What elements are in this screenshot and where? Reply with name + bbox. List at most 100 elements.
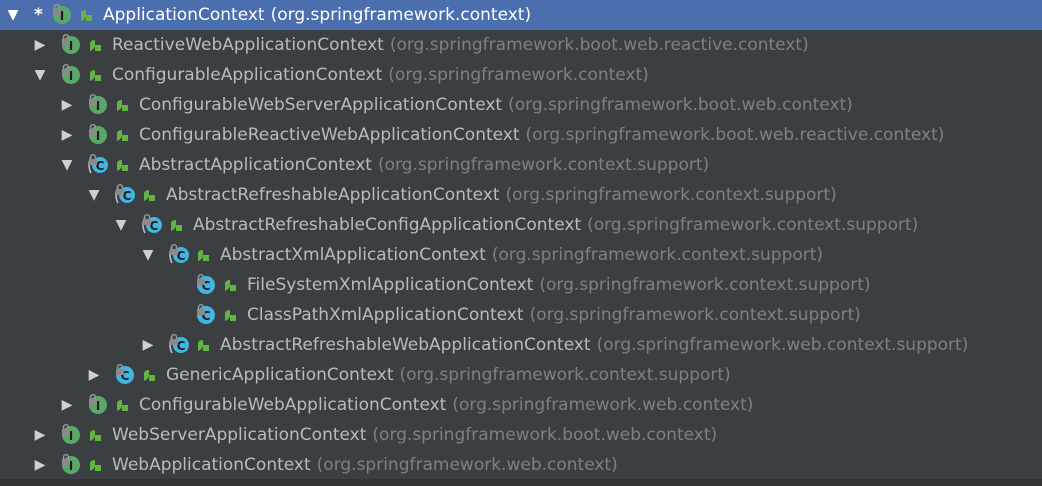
lock-icon xyxy=(62,34,70,45)
collapse-arrow-icon[interactable]: ▶ xyxy=(33,37,47,53)
tree-row[interactable]: C FileSystemXmlApplicationContext (org.spr… xyxy=(0,270,1042,300)
class-icon: C xyxy=(115,364,137,386)
class-icon: C xyxy=(196,274,218,296)
interface-icon: I xyxy=(61,64,83,86)
tree-row[interactable]: ▶ I ConfigurableReactiveWebApplicationCont… xyxy=(0,120,1042,150)
tree-row[interactable]: C ClassPathXmlApplicationContext (org.spri… xyxy=(0,300,1042,330)
public-modifier-icon xyxy=(171,220,182,231)
abstract-class-icon: C xyxy=(115,184,137,206)
abstract-class-icon: C xyxy=(169,244,191,266)
package-name: (org.springframework.boot.web.reactive.c… xyxy=(525,125,945,145)
type-name: ConfigurableReactiveWebApplicationContex… xyxy=(139,125,520,145)
class-icon: C xyxy=(196,304,218,326)
tree-row[interactable]: ▶ I ReactiveWebApplicationContext (org.spri… xyxy=(0,30,1042,60)
public-modifier-icon xyxy=(144,370,155,381)
tree-row[interactable]: ▶ I WebApplicationContext (org.springframew… xyxy=(0,450,1042,480)
tree-row[interactable]: ▶ I WebServerApplicationContext (org.spring… xyxy=(0,420,1042,450)
lock-icon xyxy=(89,154,97,165)
public-modifier-icon xyxy=(117,160,128,171)
lock-icon xyxy=(62,64,70,75)
package-name: (org.springframework.web.context) xyxy=(316,455,618,475)
collapse-arrow-icon[interactable]: ▶ xyxy=(60,127,74,143)
public-modifier-icon xyxy=(117,400,128,411)
collapse-arrow-icon[interactable]: ▶ xyxy=(33,457,47,473)
public-modifier-icon xyxy=(225,280,236,291)
public-modifier-icon xyxy=(198,250,209,261)
package-name: (org.springframework.context.support) xyxy=(377,155,710,175)
interface-icon: I xyxy=(61,424,83,446)
public-modifier-icon xyxy=(144,190,155,201)
interface-icon: I xyxy=(88,124,110,146)
public-modifier-icon xyxy=(225,310,236,321)
expand-arrow-icon[interactable]: ▼ xyxy=(33,67,47,83)
collapse-arrow-icon[interactable]: ▶ xyxy=(60,397,74,413)
interface-icon: I xyxy=(52,4,74,26)
tree-row[interactable]: ▶ I ConfigurableWebApplicationContext (org.… xyxy=(0,390,1042,420)
collapse-arrow-icon[interactable]: ▶ xyxy=(141,337,155,353)
public-modifier-icon xyxy=(90,40,101,51)
lock-icon xyxy=(62,454,70,465)
lock-icon xyxy=(170,244,178,255)
lock-icon xyxy=(197,274,205,285)
tree-row[interactable]: ▶ I ConfigurableWebServerApplicationContex… xyxy=(0,90,1042,120)
interface-icon: I xyxy=(88,394,110,416)
expand-arrow-icon[interactable]: ▼ xyxy=(6,7,20,23)
interface-icon: I xyxy=(61,454,83,476)
tree-row[interactable]: ▼ C AbstractRefreshableConfigApplicationCo… xyxy=(0,210,1042,240)
collapse-arrow-icon[interactable]: ▶ xyxy=(87,367,101,383)
type-name: AbstractXmlApplicationContext xyxy=(220,245,486,265)
package-name: (org.springframework.boot.web.context) xyxy=(372,425,718,445)
lock-icon xyxy=(89,94,97,105)
package-name: (org.springframework.context.support) xyxy=(505,185,837,205)
type-name: ConfigurableApplicationContext xyxy=(112,65,383,85)
type-name: AbstractRefreshableWebApplicationContext xyxy=(220,335,591,355)
lock-icon xyxy=(89,394,97,405)
lock-icon xyxy=(116,364,124,375)
tree-row[interactable]: ▼ C AbstractApplicationContext (org.springf… xyxy=(0,150,1042,180)
lock-icon xyxy=(197,304,205,315)
public-modifier-icon xyxy=(117,130,128,141)
tree-row[interactable]: ▼ * I ApplicationContext (org.springframewor… xyxy=(0,0,1042,30)
type-name: ConfigurableWebApplicationContext xyxy=(139,395,447,415)
tree-row[interactable]: ▼ C AbstractRefreshableApplicationContext(… xyxy=(0,180,1042,210)
tree-row[interactable]: ▶ C GenericApplicationContext (org.springfr… xyxy=(0,360,1042,390)
abstract-class-icon: C xyxy=(142,214,164,236)
public-modifier-icon xyxy=(90,70,101,81)
interface-icon: I xyxy=(88,94,110,116)
package-name: (org.springframework.context.support) xyxy=(491,245,824,265)
type-name: AbstractRefreshableConfigApplicationCont… xyxy=(193,215,582,235)
package-name: (org.springframework.context.support) xyxy=(399,365,731,385)
type-name: WebApplicationContext xyxy=(112,455,311,475)
lock-icon xyxy=(143,214,151,225)
type-name: GenericApplicationContext xyxy=(166,365,394,385)
public-modifier-icon xyxy=(90,460,101,471)
package-name: (org.springframework.context.support) xyxy=(529,305,861,325)
package-name: (org.springframework.web.context) xyxy=(452,395,754,415)
type-name: AbstractApplicationContext xyxy=(139,155,372,175)
tree-row[interactable]: ▶ C AbstractRefreshableWebApplicationConte… xyxy=(0,330,1042,360)
type-name: ReactiveWebApplicationContext xyxy=(112,35,384,55)
collapse-arrow-icon[interactable]: ▶ xyxy=(33,427,47,443)
package-name: (org.springframework.context) xyxy=(270,5,532,25)
collapse-arrow-icon[interactable]: ▶ xyxy=(60,97,74,113)
tree-row[interactable]: ▼ C AbstractXmlApplicationContext (org.spri… xyxy=(0,240,1042,270)
package-name: (org.springframework.web.context.support… xyxy=(596,335,969,355)
public-modifier-icon xyxy=(198,340,209,351)
lock-icon xyxy=(53,4,61,15)
type-name: ClassPathXmlApplicationContext xyxy=(247,305,524,325)
package-name: (org.springframework.context.support) xyxy=(587,215,919,235)
package-name: (org.springframework.boot.web.reactive.c… xyxy=(389,35,809,55)
lock-icon xyxy=(116,184,124,195)
current-node-marker: * xyxy=(34,5,43,25)
package-name: (org.springframework.context) xyxy=(388,65,649,85)
tree-row[interactable]: ▼ I ConfigurableApplicationContext (org.spr… xyxy=(0,60,1042,90)
expand-arrow-icon[interactable]: ▼ xyxy=(114,217,128,233)
expand-arrow-icon[interactable]: ▼ xyxy=(141,247,155,263)
expand-arrow-icon[interactable]: ▼ xyxy=(60,157,74,173)
interface-icon: I xyxy=(61,34,83,56)
type-name: ConfigurableWebServerApplicationContext xyxy=(139,95,503,115)
package-name: (org.springframework.context.support) xyxy=(539,275,871,295)
type-name: AbstractRefreshableApplicationContext xyxy=(166,185,500,205)
abstract-class-icon: C xyxy=(169,334,191,356)
expand-arrow-icon[interactable]: ▼ xyxy=(87,187,101,203)
